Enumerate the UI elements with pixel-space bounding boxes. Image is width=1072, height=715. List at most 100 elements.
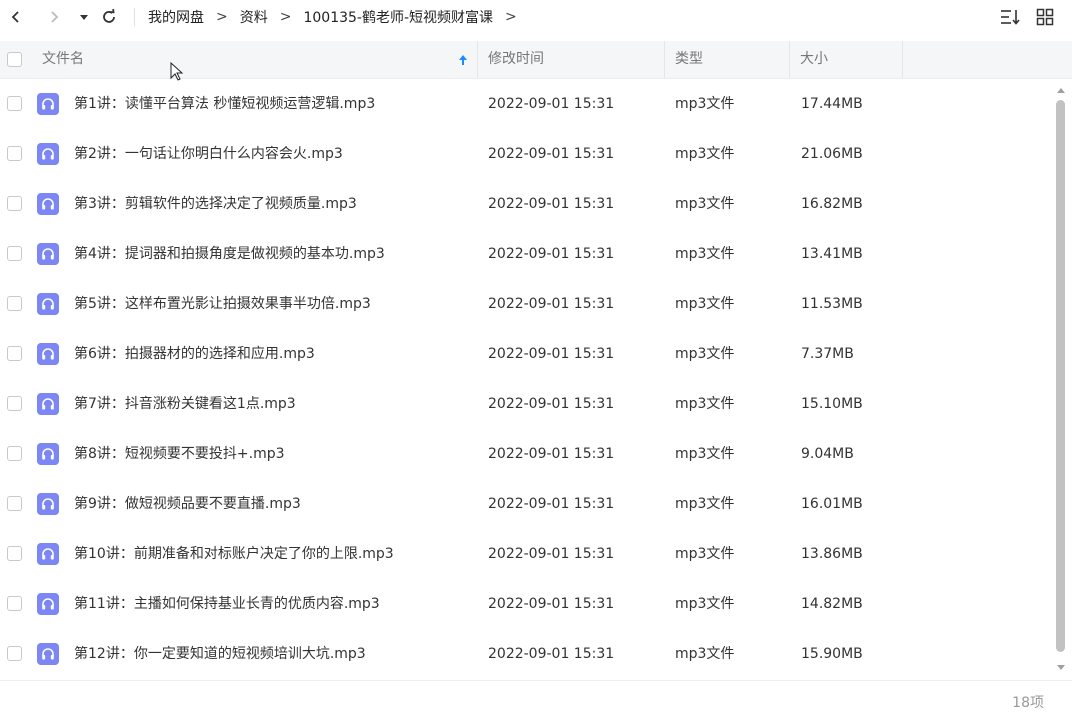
file-modified: 2022-09-01 15:31: [488, 546, 615, 562]
table-row[interactable]: 第2讲：一句话让你明白什么内容会火.mp3 2022-09-01 15:31 m…: [0, 129, 1052, 179]
file-size: 16.82MB: [801, 196, 863, 212]
table-row[interactable]: 第3讲：剪辑软件的选择决定了视频质量.mp3 2022-09-01 15:31 …: [0, 179, 1052, 229]
chevron-left-icon: [11, 11, 19, 23]
row-checkbox[interactable]: [7, 146, 22, 161]
table-row[interactable]: 第10讲：前期准备和对标账户决定了你的上限.mp3 2022-09-01 15:…: [0, 529, 1052, 579]
headphones-icon: [42, 548, 54, 560]
sort-ascending-icon: [459, 55, 467, 65]
table-row[interactable]: 第9讲：做短视频品要不要直播.mp3 2022-09-01 15:31 mp3文…: [0, 479, 1052, 529]
scroll-down-arrow-icon[interactable]: [1056, 664, 1066, 672]
file-type: mp3文件: [675, 146, 735, 162]
audio-file-icon: [37, 293, 59, 315]
select-all-checkbox[interactable]: [7, 52, 22, 67]
row-checkbox[interactable]: [7, 446, 22, 461]
file-name[interactable]: 第4讲：提词器和拍摄角度是做视频的基本功.mp3: [74, 229, 385, 279]
file-name[interactable]: 第11讲：主播如何保持基业长青的优质内容.mp3: [74, 579, 380, 629]
headphones-icon: [42, 298, 54, 310]
file-modified: 2022-09-01 15:31: [488, 196, 615, 212]
file-size: 9.04MB: [801, 446, 854, 462]
row-checkbox[interactable]: [7, 196, 22, 211]
row-checkbox[interactable]: [7, 646, 22, 661]
audio-file-icon: [37, 443, 59, 465]
forward-button[interactable]: [42, 5, 66, 29]
audio-file-icon: [37, 343, 59, 365]
audio-file-icon: [37, 93, 59, 115]
scrollbar-thumb[interactable]: [1056, 100, 1065, 652]
breadcrumb-item-course-folder[interactable]: 100135-鹤老师-短视频财富课: [303, 7, 493, 27]
column-divider[interactable]: [902, 41, 903, 78]
column-header-size[interactable]: 大小: [800, 41, 828, 78]
file-name[interactable]: 第6讲：拍摄器材的的选择和应用.mp3: [74, 329, 315, 379]
refresh-button[interactable]: [97, 5, 121, 29]
file-type: mp3文件: [675, 196, 735, 212]
file-type: mp3文件: [675, 296, 735, 312]
file-name[interactable]: 第9讲：做短视频品要不要直播.mp3: [74, 479, 301, 529]
file-type: mp3文件: [675, 246, 735, 262]
row-checkbox[interactable]: [7, 396, 22, 411]
file-name[interactable]: 第8讲：短视频要不要投抖+.mp3: [74, 429, 285, 479]
headphones-icon: [42, 498, 54, 510]
table-row[interactable]: 第7讲：抖音涨粉关键看这1点.mp3 2022-09-01 15:31 mp3文…: [0, 379, 1052, 429]
table-row[interactable]: 第5讲：这样布置光影让拍摄效果事半功倍.mp3 2022-09-01 15:31…: [0, 279, 1052, 329]
history-dropdown-button[interactable]: [72, 5, 96, 29]
file-name[interactable]: 第10讲：前期准备和对标账户决定了你的上限.mp3: [74, 529, 394, 579]
vertical-scrollbar[interactable]: [1054, 82, 1068, 678]
audio-file-icon: [37, 243, 59, 265]
file-size: 15.90MB: [801, 646, 863, 662]
file-name[interactable]: 第1讲：读懂平台算法 秒懂短视频运营逻辑.mp3: [74, 79, 375, 129]
file-name[interactable]: 第2讲：一句话让你明白什么内容会火.mp3: [74, 129, 343, 179]
column-divider[interactable]: [664, 41, 665, 78]
file-modified: 2022-09-01 15:31: [488, 396, 615, 412]
breadcrumb-item-my-drive[interactable]: 我的网盘: [148, 7, 204, 27]
column-header-modified[interactable]: 修改时间: [488, 41, 544, 78]
file-type: mp3文件: [675, 446, 735, 462]
refresh-icon: [103, 8, 115, 23]
headphones-icon: [42, 598, 54, 610]
row-checkbox[interactable]: [7, 346, 22, 361]
table-row[interactable]: 第11讲：主播如何保持基业长青的优质内容.mp3 2022-09-01 15:3…: [0, 579, 1052, 629]
sort-button[interactable]: [998, 5, 1022, 29]
row-checkbox[interactable]: [7, 296, 22, 311]
file-name[interactable]: 第5讲：这样布置光影让拍摄效果事半功倍.mp3: [74, 279, 371, 329]
breadcrumb-separator: >: [505, 9, 517, 25]
toolbar-divider: [134, 8, 135, 26]
file-name[interactable]: 第7讲：抖音涨粉关键看这1点.mp3: [74, 379, 296, 429]
chevron-right-icon: [51, 11, 59, 23]
file-size: 16.01MB: [801, 496, 863, 512]
headphones-icon: [42, 448, 54, 460]
column-header-name[interactable]: 文件名: [42, 41, 84, 78]
table-row[interactable]: 第1讲：读懂平台算法 秒懂短视频运营逻辑.mp3 2022-09-01 15:3…: [0, 79, 1052, 129]
breadcrumb-separator: >: [279, 9, 292, 25]
scroll-up-arrow-icon[interactable]: [1056, 86, 1066, 94]
column-divider[interactable]: [477, 41, 478, 78]
row-checkbox[interactable]: [7, 496, 22, 511]
column-header-type[interactable]: 类型: [675, 41, 703, 78]
breadcrumb-item-materials[interactable]: 资料: [240, 7, 268, 27]
audio-file-icon: [37, 493, 59, 515]
row-checkbox[interactable]: [7, 546, 22, 561]
headphones-icon: [42, 148, 54, 160]
file-modified: 2022-09-01 15:31: [488, 146, 615, 162]
grid-view-button[interactable]: [1033, 5, 1057, 29]
table-row[interactable]: 第8讲：短视频要不要投抖+.mp3 2022-09-01 15:31 mp3文件…: [0, 429, 1052, 479]
file-size: 13.86MB: [801, 546, 863, 562]
table-row[interactable]: 第4讲：提词器和拍摄角度是做视频的基本功.mp3 2022-09-01 15:3…: [0, 229, 1052, 279]
status-bar: 18项: [0, 680, 1072, 715]
row-checkbox[interactable]: [7, 596, 22, 611]
file-name[interactable]: 第12讲：你一定要知道的短视频培训大坑.mp3: [74, 629, 366, 679]
row-checkbox[interactable]: [7, 246, 22, 261]
file-modified: 2022-09-01 15:31: [488, 96, 615, 112]
table-row[interactable]: 第6讲：拍摄器材的的选择和应用.mp3 2022-09-01 15:31 mp3…: [0, 329, 1052, 379]
back-button[interactable]: [4, 5, 28, 29]
headphones-icon: [42, 648, 54, 660]
file-type: mp3文件: [675, 646, 735, 662]
audio-file-icon: [37, 193, 59, 215]
row-checkbox[interactable]: [7, 96, 22, 111]
table-row[interactable]: 第12讲：你一定要知道的短视频培训大坑.mp3 2022-09-01 15:31…: [0, 629, 1052, 679]
audio-file-icon: [37, 643, 59, 665]
breadcrumb: 我的网盘 > 资料 > 100135-鹤老师-短视频财富课 >: [148, 7, 529, 27]
file-name[interactable]: 第3讲：剪辑软件的选择决定了视频质量.mp3: [74, 179, 357, 229]
column-divider[interactable]: [789, 41, 790, 78]
audio-file-icon: [37, 393, 59, 415]
file-modified: 2022-09-01 15:31: [488, 296, 615, 312]
